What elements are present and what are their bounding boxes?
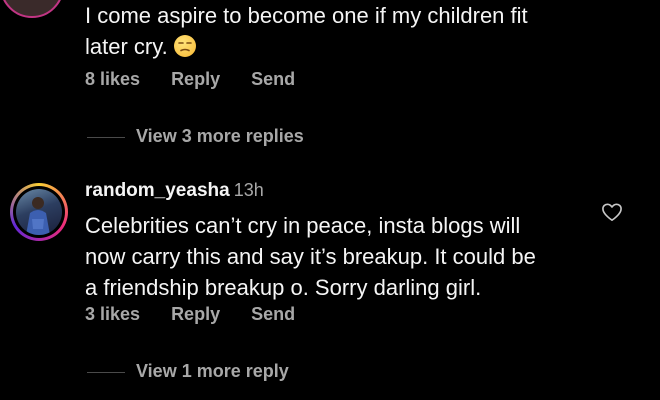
view-more-replies-button[interactable]: View 1 more reply [136,361,289,382]
avatar-photo [16,189,62,235]
likes-count[interactable]: 3 likes [85,304,140,325]
send-button[interactable]: Send [251,304,295,325]
comment-line: now carry this and say it’s breakup. It … [85,244,536,269]
timestamp: 13h [233,180,264,200]
avatar-ring-inner [13,186,65,238]
username[interactable]: random_yeasha [85,180,230,201]
reply-button[interactable]: Reply [171,304,220,325]
comment-line: Celebrities can’t cry in peace, insta bl… [85,213,521,238]
likes-count[interactable]: 8 likes [85,69,140,90]
view-more-replies-button[interactable]: View 3 more replies [136,126,304,147]
comment-line: later cry. [85,31,605,62]
avatar[interactable] [0,0,64,18]
comment-line: I come aspire to become one if my childr… [85,3,528,28]
avatar[interactable] [10,183,68,241]
comment-line-text: later cry. [85,34,168,59]
comment-text: I come aspire to become one if my childr… [85,0,605,62]
comment-actions: 3 likes Reply Send [85,304,295,325]
unamused-emoji-icon [173,35,196,57]
divider [87,372,125,373]
divider [87,137,125,138]
send-button[interactable]: Send [251,69,295,90]
reply-button[interactable]: Reply [171,69,220,90]
comment-text: Celebrities can’t cry in peace, insta bl… [85,210,595,303]
comment-header: random_yeasha 13h [85,180,264,202]
heart-icon[interactable] [601,202,623,222]
comment-line: a friendship breakup o. Sorry darling gi… [85,275,482,300]
comment-actions: 8 likes Reply Send [85,69,295,90]
